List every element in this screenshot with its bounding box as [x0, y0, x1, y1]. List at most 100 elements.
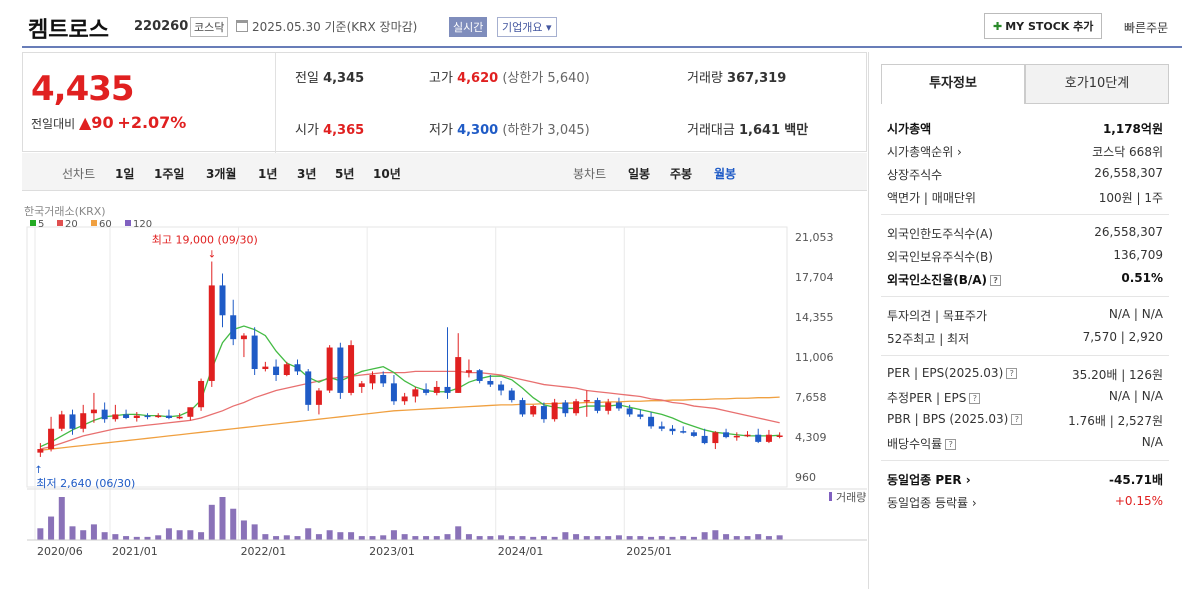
price-change: 전일대비 ▲90 +2.07%	[31, 113, 186, 132]
info-row: PER | EPS(2025.03)? 35.20배 | 126원	[881, 362, 1169, 385]
help-icon[interactable]: ?	[990, 275, 1002, 286]
volume-bar	[283, 535, 290, 540]
range-option[interactable]: 3년	[297, 165, 316, 182]
info-row: 액면가 | 매매단위 100원 | 1주	[881, 185, 1169, 208]
range-option[interactable]: 1일	[115, 165, 134, 182]
price-chart[interactable]: 21,053 17,704 14,355 11,006 7,658 4,309 960 한국거…	[22, 195, 867, 570]
volume-bar	[658, 536, 665, 540]
info-row: 동일업종 등락률 › +0.15%	[881, 490, 1169, 513]
help-icon[interactable]: ?	[1006, 368, 1018, 379]
candle-option-active[interactable]: 월봉	[714, 165, 736, 182]
add-mystock-button[interactable]: ✚ MY STOCK 추가	[984, 13, 1103, 39]
legend-swatch	[57, 220, 63, 226]
candle-body	[476, 370, 483, 381]
help-icon[interactable]: ?	[1011, 414, 1023, 425]
candle-body	[294, 364, 301, 372]
table-divider	[881, 460, 1169, 461]
info-value: 1,178억원	[1102, 122, 1163, 136]
legend-label: 60	[99, 219, 112, 230]
volume-bar	[776, 535, 783, 540]
quick-order-link[interactable]: 빠른주문	[1124, 19, 1168, 36]
line-chart-label: 선차트	[62, 167, 96, 181]
x-tick-label: 2022/01	[241, 545, 287, 558]
volume-bar	[444, 534, 451, 540]
volume-bar	[540, 536, 547, 540]
candle-body	[101, 409, 108, 420]
candle-option[interactable]: 주봉	[670, 165, 692, 182]
candle-body	[701, 435, 708, 444]
candle-body	[680, 431, 687, 433]
invest-info-panel: 투자정보 호가10단계 시가총액 1,178억원 시가총액순위 › 코스닥 668위 상…	[868, 52, 1182, 589]
volume: 거래량 367,319	[687, 71, 787, 86]
candle-chart-label: 봉차트	[573, 167, 607, 181]
candle-body	[112, 414, 119, 420]
y-tick-label: 14,355	[795, 311, 834, 324]
info-key: 외국인한도주식수(A)	[887, 227, 993, 241]
realtime-button[interactable]: 실시간	[449, 17, 488, 37]
candle-body	[348, 345, 355, 393]
max-arrow: ↓	[208, 250, 216, 261]
volume-bar	[358, 536, 365, 540]
volume-bar	[605, 536, 612, 540]
info-key: 추정PER | EPS?	[887, 389, 981, 406]
candle-body	[230, 315, 237, 340]
help-icon[interactable]: ?	[945, 439, 957, 450]
candle-body	[144, 415, 151, 418]
y-tick-label: 11,006	[795, 351, 834, 364]
change-value: ▲90	[79, 113, 114, 132]
x-tick-label: 2021/01	[112, 545, 158, 558]
stock-header: 켐트로스 220260 코스닥 2025.05.30 기준(KRX 장마감) 실…	[22, 8, 1182, 48]
volume-bar	[58, 497, 65, 540]
info-key: 외국인소진율(B/A)?	[887, 271, 1002, 288]
candle-body	[48, 428, 55, 450]
volume-bar	[573, 534, 580, 540]
candle-body	[69, 414, 76, 429]
info-key: 동일업종 등락률 ›	[887, 496, 977, 510]
candle-body	[508, 390, 515, 401]
candle-body	[251, 335, 258, 370]
range-option[interactable]: 3개월	[206, 165, 236, 182]
chart-range-bar: 선차트 1일 1주일 3개월 1년 3년 5년 10년 봉차트 일봉 주봉 월봉	[22, 153, 867, 191]
volume-bar	[519, 536, 526, 540]
candle-body	[37, 449, 44, 453]
info-value: 100원 | 1주	[1098, 191, 1163, 205]
candle-option[interactable]: 일봉	[628, 165, 650, 182]
info-key: 시가총액순위 ›	[887, 145, 962, 159]
candle-body	[219, 285, 226, 316]
candle-body	[433, 386, 440, 393]
candle-body	[262, 366, 269, 370]
candle-body	[594, 400, 601, 411]
volume-bar	[251, 524, 258, 540]
tab-invest-info[interactable]: 투자정보	[881, 64, 1025, 104]
table-divider	[881, 214, 1169, 215]
range-option[interactable]: 1년	[258, 165, 277, 182]
volume-bar	[240, 520, 247, 540]
y-tick-label: 4,309	[795, 431, 827, 444]
range-option[interactable]: 1주일	[154, 165, 184, 182]
volume-bar	[701, 532, 708, 540]
candle-body	[712, 432, 719, 444]
info-row: 동일업종 PER › -45.71배	[881, 467, 1169, 490]
volume-bar	[476, 536, 483, 540]
volume-bar	[198, 532, 205, 540]
side-tabs: 투자정보 호가10단계	[881, 64, 1169, 104]
low-price: 저가 4,300 (하한가 3,045)	[429, 123, 590, 138]
volume-bar	[487, 536, 494, 540]
info-value: 1.76배 | 2,527원	[1068, 414, 1163, 428]
help-icon[interactable]: ?	[969, 393, 981, 404]
volume-bar	[230, 508, 237, 540]
range-option[interactable]: 5년	[335, 165, 354, 182]
volume-bar	[765, 536, 772, 540]
volume-bar	[380, 535, 387, 540]
volume-label: 거래량	[836, 491, 866, 504]
range-option[interactable]: 10년	[373, 165, 401, 182]
candle-body	[690, 432, 697, 436]
tab-orderbook[interactable]: 호가10단계	[1025, 64, 1169, 104]
prev-close: 전일 4,345	[295, 71, 365, 86]
company-info-dropdown[interactable]: 기업개요 ▾	[497, 17, 557, 37]
change-percent: +2.07%	[117, 113, 187, 132]
candle-body	[187, 407, 194, 417]
legend-label: 120	[133, 219, 152, 230]
info-row: 시가총액순위 › 코스닥 668위	[881, 139, 1169, 162]
ma5-line	[40, 325, 780, 448]
